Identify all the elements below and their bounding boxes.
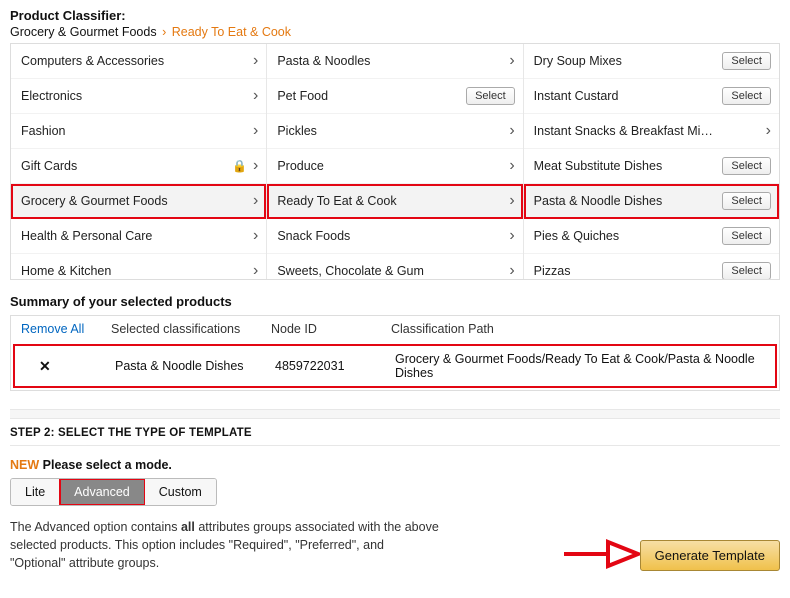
classifier-row[interactable]: Instant Custard Select <box>524 79 779 114</box>
classifier-row[interactable]: Produce › <box>267 149 522 184</box>
classifier-row-label: Pickles <box>277 124 458 138</box>
chevron-right-icon: › <box>253 193 258 209</box>
classifier-row[interactable]: Instant Snacks & Breakfast Mixes › <box>524 114 779 149</box>
select-button[interactable]: Select <box>722 227 771 245</box>
section-divider <box>10 409 780 419</box>
chevron-right-icon: › <box>509 158 514 174</box>
row-node-id: 4859722031 <box>275 359 395 373</box>
chevron-right-icon: › <box>253 263 258 279</box>
classifier-row-label: Ready To Eat & Cook <box>277 194 458 208</box>
classifier-row[interactable]: Sweets, Chocolate & Gum › <box>267 254 522 279</box>
classifier-row-label: Meat Substitute Dishes <box>534 159 715 173</box>
classifier-row-label: Pasta & Noodle Dishes <box>534 194 715 208</box>
classifier-row[interactable]: Dry Soup Mixes Select <box>524 44 779 79</box>
classifier-row-label: Computers & Accessories <box>21 54 202 68</box>
classifier-row-label: Grocery & Gourmet Foods <box>21 194 202 208</box>
classifier-row[interactable]: Grocery & Gourmet Foods › <box>11 184 266 219</box>
select-button[interactable]: Select <box>722 192 771 210</box>
classifier-row[interactable]: Pasta & Noodles › <box>267 44 522 79</box>
tab-lite[interactable]: Lite <box>11 479 60 505</box>
classifier-row[interactable]: Fashion › <box>11 114 266 149</box>
new-badge: NEW <box>10 458 39 472</box>
classifier-row[interactable]: Pasta & Noodle Dishes Select <box>524 184 779 219</box>
row-path: Grocery & Gourmet Foods/Ready To Eat & C… <box>395 352 765 380</box>
classifier-row-label: Dry Soup Mixes <box>534 54 715 68</box>
classifier-row[interactable]: Meat Substitute Dishes Select <box>524 149 779 184</box>
lock-icon: 🔒 <box>232 159 247 173</box>
classifier-row-label: Fashion <box>21 124 202 138</box>
remove-all-link[interactable]: Remove All <box>21 322 111 336</box>
classifier-row-label: Pies & Quiches <box>534 229 715 243</box>
select-button[interactable]: Select <box>722 157 771 175</box>
chevron-right-icon: › <box>509 193 514 209</box>
summary-header-row: Remove All Selected classifications Node… <box>11 316 779 342</box>
classifier-row[interactable]: Pickles › <box>267 114 522 149</box>
chevron-right-icon: › <box>162 25 166 39</box>
classifier-column-2[interactable]: Pasta & Noodles›Pet FoodSelectPickles›Pr… <box>267 44 523 279</box>
classifier-row-label: Health & Personal Care <box>21 229 202 243</box>
classifier-row-label: Pizzas <box>534 264 715 278</box>
classifier-row[interactable]: Health & Personal Care › <box>11 219 266 254</box>
chevron-right-icon: › <box>253 158 258 174</box>
chevron-right-icon: › <box>509 228 514 244</box>
chevron-right-icon: › <box>766 123 771 139</box>
tab-advanced[interactable]: Advanced <box>60 479 145 505</box>
mode-prompt-text: Please select a mode. <box>43 458 172 472</box>
chevron-right-icon: › <box>253 88 258 104</box>
summary-title: Summary of your selected products <box>10 294 780 309</box>
classifier-column-1[interactable]: Computers & Accessories›Electronics›Fash… <box>11 44 267 279</box>
classifier-row-label: Instant Snacks & Breakfast Mixes <box>534 124 715 138</box>
classifier-row-label: Gift Cards <box>21 159 202 173</box>
product-classifier-title: Product Classifier: <box>10 8 780 23</box>
classifier-row-label: Sweets, Chocolate & Gum <box>277 264 458 278</box>
classifier-column-3[interactable]: Dry Soup Mixes Select Instant Custard Selec… <box>524 44 779 279</box>
classifier-row[interactable]: Pies & Quiches Select <box>524 219 779 254</box>
row-classification: Pasta & Noodle Dishes <box>115 359 275 373</box>
mode-description: The Advanced option contains all attribu… <box>10 518 440 572</box>
classifier-row[interactable]: Snack Foods › <box>267 219 522 254</box>
classifier-row[interactable]: Pet Food Select <box>267 79 522 114</box>
classifier-panel: Computers & Accessories›Electronics›Fash… <box>10 43 780 280</box>
breadcrumb: Grocery & Gourmet Foods › Ready To Eat &… <box>10 25 780 39</box>
select-button[interactable]: Select <box>722 262 771 279</box>
classifier-row-label: Home & Kitchen <box>21 264 202 278</box>
select-button[interactable]: Select <box>722 87 771 105</box>
chevron-right-icon: › <box>253 53 258 69</box>
classifier-row[interactable]: Electronics › <box>11 79 266 114</box>
classifier-row-label: Instant Custard <box>534 89 715 103</box>
select-button[interactable]: Select <box>466 87 515 105</box>
remove-row-icon[interactable]: ✕ <box>25 358 115 375</box>
tab-custom[interactable]: Custom <box>145 479 216 505</box>
classifier-row-label: Produce <box>277 159 458 173</box>
mode-prompt: NEW Please select a mode. <box>10 458 780 472</box>
chevron-right-icon: › <box>253 228 258 244</box>
col-header-node-id: Node ID <box>271 322 391 336</box>
step2-title: STEP 2: SELECT THE TYPE OF TEMPLATE <box>10 419 780 446</box>
mode-tabs: Lite Advanced Custom <box>10 478 217 506</box>
chevron-right-icon: › <box>509 53 514 69</box>
classifier-row-label: Pet Food <box>277 89 458 103</box>
classifier-row[interactable]: Home & Kitchen › <box>11 254 266 279</box>
classifier-row[interactable]: Gift Cards 🔒 › <box>11 149 266 184</box>
generate-template-button[interactable]: Generate Template <box>640 540 780 571</box>
breadcrumb-current: Ready To Eat & Cook <box>172 25 291 39</box>
chevron-right-icon: › <box>509 263 514 279</box>
select-button[interactable]: Select <box>722 52 771 70</box>
summary-box: Remove All Selected classifications Node… <box>10 315 780 391</box>
classifier-row-label: Snack Foods <box>277 229 458 243</box>
classifier-row[interactable]: Ready To Eat & Cook › <box>267 184 522 219</box>
chevron-right-icon: › <box>509 123 514 139</box>
summary-row: ✕ Pasta & Noodle Dishes 4859722031 Groce… <box>13 344 777 388</box>
col-header-path: Classification Path <box>391 322 769 336</box>
classifier-row[interactable]: Computers & Accessories › <box>11 44 266 79</box>
classifier-row-label: Pasta & Noodles <box>277 54 458 68</box>
classifier-row[interactable]: Pizzas Select <box>524 254 779 279</box>
col-header-classifications: Selected classifications <box>111 322 271 336</box>
chevron-right-icon: › <box>253 123 258 139</box>
breadcrumb-root[interactable]: Grocery & Gourmet Foods <box>10 25 157 39</box>
classifier-row-label: Electronics <box>21 89 202 103</box>
